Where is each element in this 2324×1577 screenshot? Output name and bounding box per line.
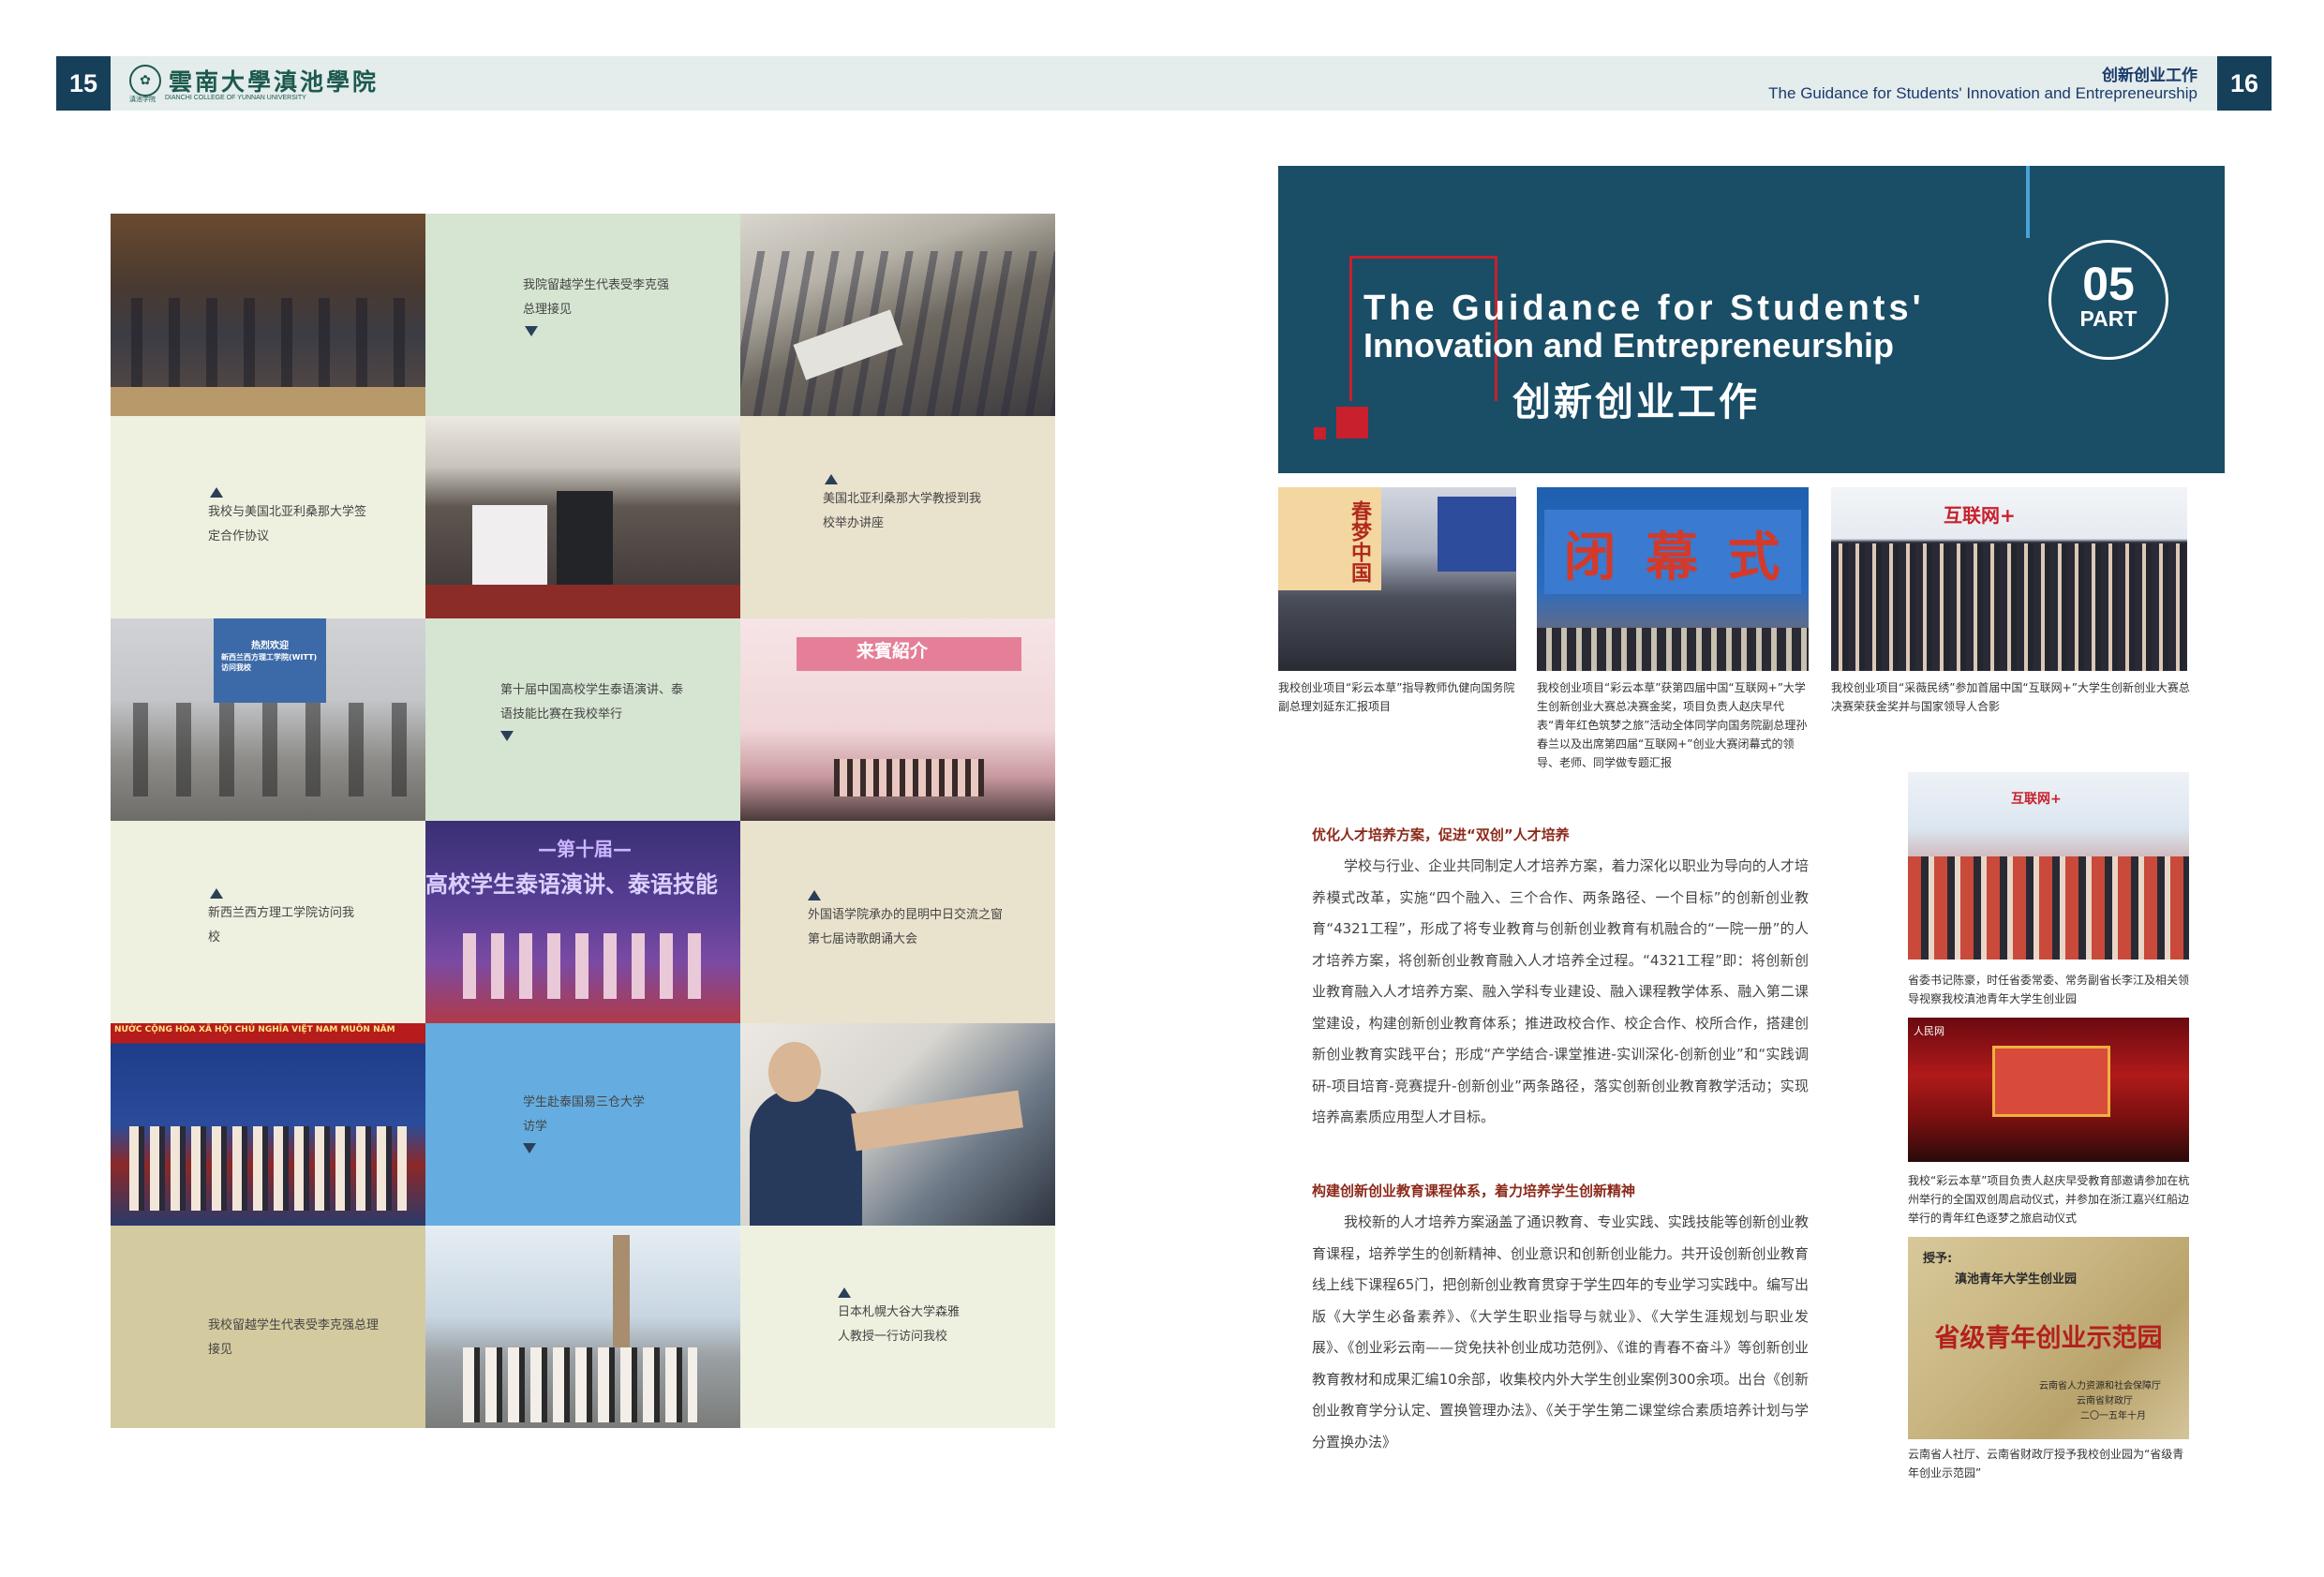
banner-title-cn: 创新创业工作 [1512, 379, 1760, 424]
caption-cell-2: 我校与美国北亚利桑那大学签定合作协议 [111, 416, 425, 618]
part-label: PART [2079, 306, 2138, 331]
caption-cell-8: 我校留越学生代表受李克强总理接见 [111, 1226, 425, 1428]
internet-plus-text: 互联网+ [1944, 504, 2016, 527]
photo-closing-ceremony: 闭 幕 式 [1537, 487, 1809, 671]
caption-cell-1: 我院留越学生代表受李克强总理接见 [425, 214, 740, 416]
photo-group-leaders: 互联网+ [1831, 487, 2187, 671]
grid-caption: 第十届中国高校学生泰语演讲、泰语技能比赛在我校举行 [500, 683, 684, 722]
certificate-date: 二〇一五年十月 [2080, 1411, 2146, 1421]
photo-inspection: 互联网+ [1908, 772, 2189, 960]
banner-title-en-1: The Guidance for Students' [1363, 289, 1925, 328]
photo-group-campus [425, 1226, 740, 1428]
caption-cell-7: 学生赴泰国易三仓大学访学 [425, 1023, 740, 1226]
closing-text: 闭 幕 式 [1563, 528, 1786, 588]
logo-english: DIANCHI COLLEGE OF YUNNAN UNIVERSITY [165, 95, 306, 101]
section-title-en: The Guidance for Students' Innovation an… [1768, 84, 2197, 102]
certificate-issuer2: 云南省财政厅 [2077, 1396, 2133, 1406]
photo-caption: 省委书记陈豪，时任省委常委、常务副省长李江及相关领导视察我校滇池青年大学生创业园 [1908, 974, 2190, 1005]
photo-classroom [740, 214, 1055, 416]
vn-banner-text: NƯỚC CỘNG HÒA XÃ HỘI CHỦ NGHĨA VIỆT NAM … [114, 1025, 395, 1034]
welcome-sub: 新西兰西方理工学院(WITT)访问我校 [221, 653, 318, 672]
arrow-up-icon [825, 474, 838, 484]
welcome-title: 热烈欢迎 [251, 641, 289, 651]
arrow-down-icon [523, 1143, 536, 1153]
photo-signing [111, 214, 425, 416]
part-badge: 05 PART [2048, 240, 2168, 360]
section-heading-1: 优化人才培养方案，促进“双创”人才培养 [1312, 826, 1570, 843]
photo-thai-contest: —第十届— 高校学生泰语演讲、泰语技能 [425, 821, 740, 1023]
logo-name: 雲南大學滇池學院 [169, 68, 380, 96]
grid-caption: 外国语学院承办的昆明中日交流之窗第七届诗歌朗诵大会 [808, 908, 1004, 946]
photo-caption: 云南省人社厅、云南省财政厅授予我校创业园为“省级青年创业示范园” [1908, 1448, 2184, 1480]
arrow-down-icon [500, 731, 514, 741]
section-title-cn: 创新创业工作 [2102, 67, 2197, 85]
caption-cell-5: 新西兰西方理工学院访问我校 [111, 821, 425, 1023]
photo-professor-pointing [740, 1023, 1055, 1226]
photo-vietnam-ceremony: NƯỚC CỘNG HÒA XÃ HỘI CHỦ NGHĨA VIỆT NAM … [111, 1023, 425, 1226]
section-paragraph-1: 学校与行业、企业共同制定人才培养方案，着力深化以职业为导向的人才培养模式改革，实… [1312, 857, 1809, 1125]
banner-accent-line [2026, 166, 2030, 238]
photo-launch-ceremony: 人民网 [1908, 1018, 2189, 1162]
certificate-issuer: 云南省人力资源和社会保障厅 [2039, 1381, 2161, 1391]
part-number: 05 [2082, 258, 2135, 310]
grid-caption: 日本札幌大谷大学森雅人教授一行访问我校 [838, 1305, 961, 1344]
thai-tenth-text: —第十届— [538, 838, 632, 860]
photo-grid: 我院留越学生代表受李克强总理接见 我校与美国北亚利桑那大学签定合作协议 美国北亚… [111, 214, 1055, 1428]
seal-icon: ✿ [129, 65, 161, 97]
photo-caption: 我校创业项目“采薇民绣”参加首届中国“互联网+”大学生创新创业大赛总决赛荣获金奖… [1831, 681, 2190, 713]
arrow-up-icon [210, 888, 223, 899]
grid-caption: 新西兰西方理工学院访问我校 [208, 906, 355, 945]
college-logo: ✿ 雲南大學滇池學院 滇池学院 DIANCHI COLLEGE OF YUNNA… [129, 64, 380, 103]
guest-intro-text: 来賓紹介 [857, 641, 929, 662]
grid-caption: 学生赴泰国易三仓大学访学 [523, 1095, 646, 1134]
caption-cell-9: 日本札幌大谷大学森雅人教授一行访问我校 [740, 1226, 1055, 1428]
photo-recital-stage: 来賓紹介 [740, 618, 1055, 821]
arrow-down-icon [525, 326, 538, 336]
caption-cell-6: 外国语学院承办的昆明中日交流之窗第七届诗歌朗诵大会 [740, 821, 1055, 1023]
certificate-to: 授予: [1923, 1252, 1953, 1266]
section-paragraph-2: 我校新的人才培养方案涵盖了通识教育、专业实践、实践技能等创新创业教育课程，培养学… [1312, 1213, 1809, 1451]
grid-caption: 美国北亚利桑那大学教授到我校举办讲座 [823, 492, 982, 530]
grid-caption: 我校留越学生代表受李克强总理接见 [208, 1318, 380, 1357]
page-number-left: 15 [56, 56, 111, 111]
page-number-right: 16 [2217, 56, 2272, 111]
certificate-title: 省级青年创业示范园 [1934, 1324, 2163, 1353]
photo-witt-visit: 热烈欢迎 新西兰西方理工学院(WITT)访问我校 [111, 618, 425, 821]
grid-caption: 我院留越学生代表受李克强总理接见 [523, 278, 670, 317]
certificate-plaque: 授予: 滇池青年大学生创业园 省级青年创业示范园 云南省人力资源和社会保障厅 云… [1908, 1237, 2189, 1439]
thai-title-text: 高校学生泰语演讲、泰语技能 [425, 871, 718, 898]
photo-premier-meeting [425, 416, 740, 618]
spring-text: 春梦中国 [1348, 500, 1371, 583]
caption-cell-3: 美国北亚利桑那大学教授到我校举办讲座 [740, 416, 1055, 618]
banner-red-square [1336, 407, 1368, 439]
caption-cell-4: 第十届中国高校学生泰语演讲、泰语技能比赛在我校举行 [425, 618, 740, 821]
section-heading-2: 构建创新创业教育课程体系，着力培养学生创新精神 [1312, 1183, 1636, 1199]
arrow-up-icon [210, 487, 223, 498]
certificate-org: 滇池青年大学生创业园 [1955, 1272, 2078, 1287]
banner-red-square-small [1314, 427, 1326, 439]
grid-caption: 我校与美国北亚利桑那大学签定合作协议 [208, 505, 367, 543]
arrow-up-icon [808, 890, 821, 900]
arrow-up-icon [838, 1287, 851, 1298]
logo-tag: 滇池学院 [129, 96, 156, 103]
photo-caption: 我校创业项目“彩云本草”指导教师仇健向国务院副总理刘延东汇报项目 [1278, 681, 1515, 713]
photo-caption: 我校“彩云本草”项目负责人赵庆早受教育部邀请参加在杭州举行的全国双创周启动仪式，… [1908, 1174, 2190, 1225]
banner-title-en-2: Innovation and Entrepreneurship [1363, 326, 1895, 364]
photo-report-premier: 春梦中国 [1278, 487, 1516, 671]
photo-caption: 我校创业项目“彩云本草”获第四届中国“互联网+”大学生创新创业大赛总决赛金奖，项… [1537, 681, 1808, 769]
